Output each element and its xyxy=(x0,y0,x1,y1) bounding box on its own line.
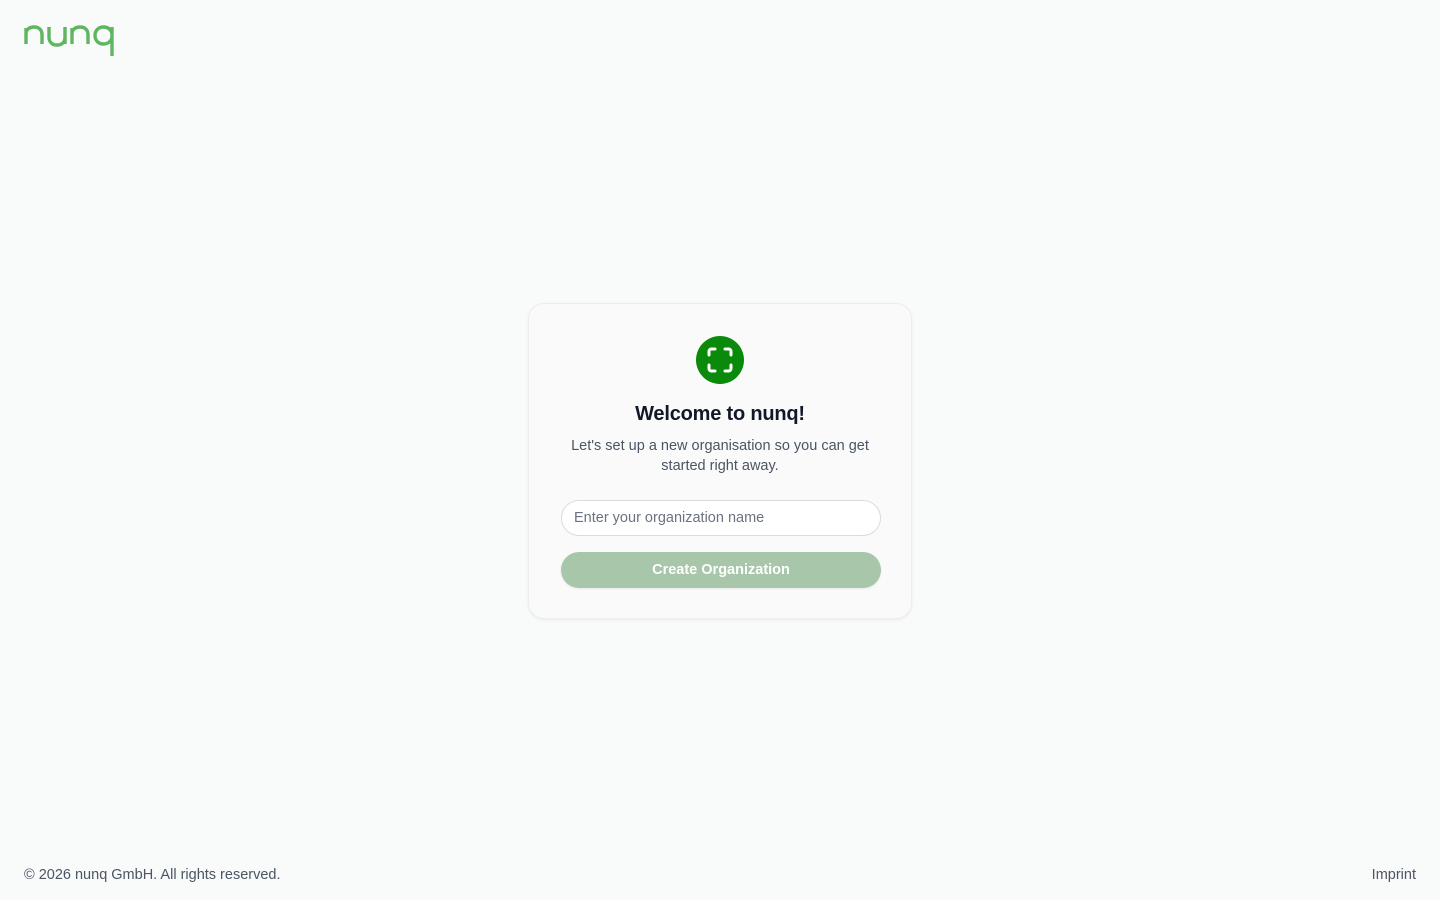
imprint-link[interactable]: Imprint xyxy=(1372,866,1416,884)
page: Welcome to nunq! Let's set up a new orga… xyxy=(0,0,1440,900)
nunq-logo[interactable] xyxy=(24,18,116,58)
welcome-title: Welcome to nunq! xyxy=(635,403,805,425)
scan-frame-icon xyxy=(696,336,744,384)
organization-name-input[interactable] xyxy=(561,500,881,536)
footer-copyright: © 2026 nunq GmbH. All rights reserved. xyxy=(24,867,281,883)
create-organization-button[interactable]: Create Organization xyxy=(561,552,881,588)
welcome-subtitle: Let's set up a new organisation so you c… xyxy=(571,438,869,474)
onboarding-card: Welcome to nunq! Let's set up a new orga… xyxy=(528,303,912,619)
